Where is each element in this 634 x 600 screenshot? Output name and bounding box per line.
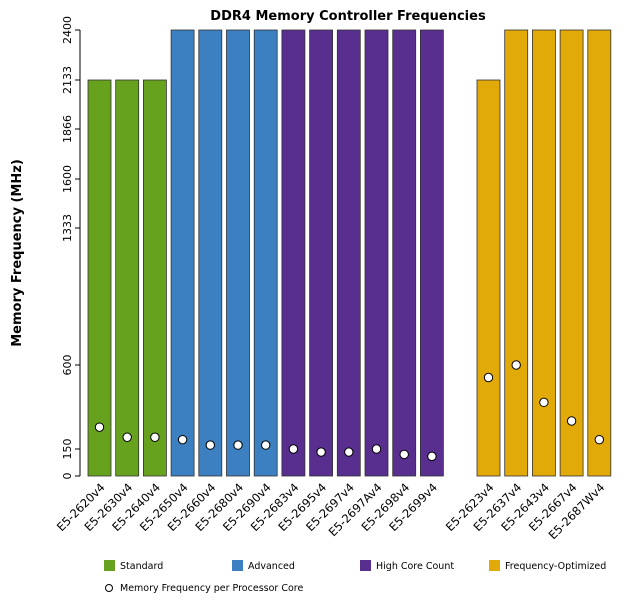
per-core-marker-E5-2623v4	[483, 372, 494, 383]
bar-E5-2699v4	[419, 29, 444, 477]
y-tick-label: 600	[61, 355, 74, 376]
bar-E5-2623v4	[476, 79, 501, 477]
bar-E5-2630v4	[115, 79, 140, 477]
bar-E5-2683v4	[281, 29, 306, 477]
y-tick-label: 2400	[61, 16, 74, 44]
per-core-marker-E5-2643v4	[539, 397, 549, 408]
y-tick-label: 2133	[61, 66, 74, 94]
bar-E5-2643v4	[532, 29, 556, 477]
bar-E5-2697Av4	[364, 29, 389, 477]
per-core-marker-E5-2698v4	[399, 449, 409, 460]
y-tick-label: 1600	[61, 165, 74, 193]
bar-E5-2640v4	[142, 79, 167, 477]
bar-E5-2660v4	[198, 29, 223, 477]
legend-label: Memory Frequency per Processor Core	[120, 583, 303, 594]
per-core-marker-E5-2697Av4	[371, 444, 382, 454]
y-tick-label: 150	[61, 439, 74, 460]
per-core-marker-E5-2687Wv4	[594, 434, 604, 445]
legend-swatch-standard	[104, 560, 115, 571]
bar-E5-2697v4	[336, 29, 361, 477]
per-core-marker-E5-2667v4	[566, 416, 577, 426]
legend-label: Frequency-Optimized	[505, 561, 606, 572]
legend-label: Advanced	[248, 561, 295, 572]
chart-title: DDR4 Memory Controller Frequencies	[210, 9, 486, 24]
per-core-marker-E5-2630v4	[122, 432, 132, 442]
y-tick-label: 1866	[61, 115, 74, 143]
per-core-marker-E5-2640v4	[150, 432, 160, 442]
bars	[87, 29, 612, 477]
per-core-marker-E5-2650v4	[177, 434, 188, 445]
chart: DDR4 Memory Controller Frequencies Memor…	[10, 9, 612, 594]
per-core-marker-E5-2699v4	[427, 451, 437, 462]
legend: Standard Advanced High Core Count Frequency…	[104, 560, 606, 594]
y-tick-label: 1333	[61, 214, 74, 242]
bar-E5-2667v4	[559, 29, 584, 477]
per-core-marker-E5-2697v4	[344, 447, 354, 457]
legend-swatch-high-core-count	[360, 560, 371, 571]
per-core-marker-E5-2620v4	[94, 422, 105, 432]
per-core-marker-E5-2683v4	[288, 444, 299, 454]
bar-E5-2650v4	[170, 29, 195, 477]
legend-label: Standard	[120, 561, 163, 572]
per-core-marker-E5-2680v4	[233, 440, 243, 450]
x-axis-labels: E5-2620v4E5-2630v4E5-2640v4E5-2650v4E5-2…	[54, 480, 608, 542]
y-axis: 0 150 600 1333 1600 1866 2133 2400	[61, 16, 81, 480]
y-axis-label: Memory Frequency (MHz)	[10, 159, 25, 347]
per-core-marker-E5-2637v4	[511, 360, 521, 370]
per-core-marker-E5-2695v4	[316, 447, 326, 457]
legend-marker-per-core	[105, 584, 113, 592]
bar-E5-2690v4	[253, 29, 278, 477]
bar-E5-2680v4	[226, 29, 250, 477]
bar-E5-2695v4	[309, 29, 334, 477]
legend-label: High Core Count	[376, 561, 454, 572]
legend-swatch-advanced	[232, 560, 243, 571]
legend-swatch-frequency-optimized	[489, 560, 500, 571]
per-core-marker-E5-2660v4	[205, 440, 216, 450]
bar-E5-2687Wv4	[587, 29, 612, 477]
y-tick-label: 0	[61, 473, 74, 480]
bar-E5-2620v4	[87, 79, 112, 477]
per-core-marker-E5-2690v4	[261, 440, 271, 450]
bar-E5-2637v4	[504, 29, 529, 477]
bar-E5-2698v4	[392, 29, 417, 477]
